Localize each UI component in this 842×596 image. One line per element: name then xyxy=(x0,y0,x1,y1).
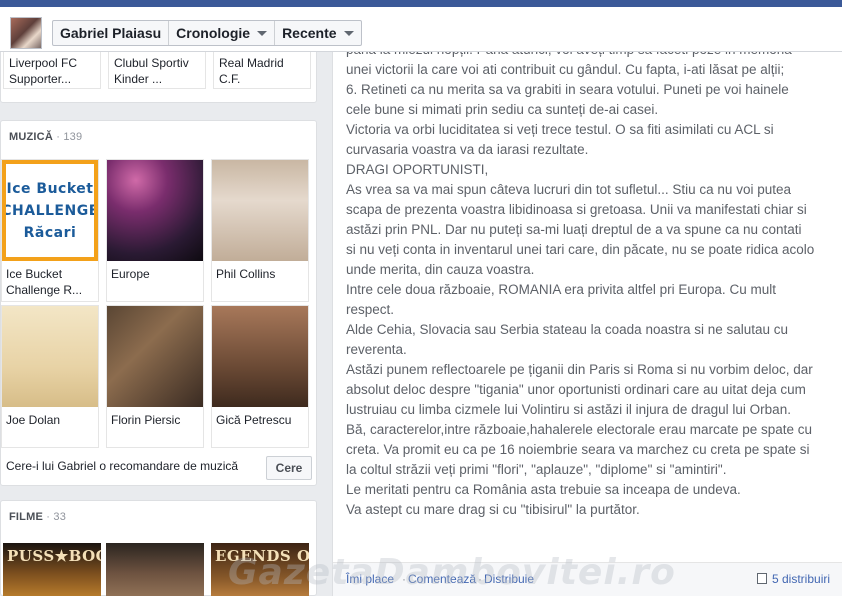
gica-petrescu-photo xyxy=(212,306,308,407)
post-line: 6. Retineti ca nu merita sa va grabiti i… xyxy=(346,82,789,97)
left-column: Liverpool FC Supporter... Clubul Sportiv… xyxy=(0,0,318,596)
music-tile-europe[interactable]: Europe xyxy=(106,159,204,302)
films-card: FILME · 33 PUSS★BOOTS EGENDS OF THE FA xyxy=(0,500,317,596)
music-tile-label: Gică Petrescu xyxy=(216,413,292,427)
film-poster-caption: EGENDS OF THE FA xyxy=(215,547,309,565)
profile-name: Gabriel Plaiasu xyxy=(60,25,162,41)
music-title: MUZICĂ xyxy=(9,131,53,143)
chevron-down-icon xyxy=(257,30,268,36)
ice-bucket-image: Ice Bucket CHALLENGE Răcari xyxy=(2,160,98,261)
music-tile-label: Europe xyxy=(111,267,150,281)
post-line: si nu veți conta in inventarul unei tari… xyxy=(346,242,815,257)
team-tile-real-madrid[interactable]: Real Madrid C.F. xyxy=(213,47,311,89)
post-line: Astăzi punem reflectoarele pe țiganii di… xyxy=(346,362,813,377)
film-poster-caption: PUSS★BOOTS xyxy=(7,547,101,565)
film-poster-puss-in-boots[interactable]: PUSS★BOOTS xyxy=(3,543,101,596)
post-line: Bă, caracterelor,intre războaie,hahalere… xyxy=(346,422,813,437)
facebook-blue-bar xyxy=(0,0,842,7)
music-tile-gica-petrescu[interactable]: Gică Petrescu xyxy=(211,305,309,448)
florin-piersic-photo xyxy=(107,306,203,407)
music-tile-label: Joe Dolan xyxy=(6,413,61,427)
post-line: curvasaria voastra va da iarasi rezultat… xyxy=(346,142,589,157)
team-name-line: Liverpool FC xyxy=(9,56,78,70)
post-line: la coltul străzii veți primi "flori", "a… xyxy=(346,462,727,477)
recent-label: Recente xyxy=(282,25,337,41)
post-line: absolut deloc despre "tigania" unor opor… xyxy=(346,382,806,397)
image-text: CHALLENGE xyxy=(2,202,98,219)
post-actions-bar: Îmi place · Comentează · Distribuie 5 di… xyxy=(333,562,842,596)
facebook-profile-page: Liverpool FC Supporter... Clubul Sportiv… xyxy=(0,0,842,596)
music-tile-joe-dolan[interactable]: Joe Dolan xyxy=(1,305,99,448)
timeline-sticky-header: Gabriel Plaiasu Cronologie Recente xyxy=(0,0,842,52)
post-line: DRAGI OPORTUNISTI, xyxy=(346,162,489,177)
post-line: cele bune si mimati prin sediu ca sunteț… xyxy=(346,102,659,117)
separator-dot: · xyxy=(478,572,482,586)
recent-dropdown[interactable]: Recente xyxy=(275,21,360,45)
separator-dot: · xyxy=(402,572,406,586)
share-count-icon xyxy=(757,573,767,584)
film-poster-legends-of-the-fall[interactable]: EGENDS OF THE FA xyxy=(211,543,309,596)
films-title: FILME xyxy=(9,511,43,523)
chevron-down-icon xyxy=(343,30,354,36)
post-line: lustruiau cu limba cizmele lui Volintiru… xyxy=(346,402,791,417)
music-tile-ice-bucket[interactable]: Ice Bucket CHALLENGE Răcari Ice Bucket C… xyxy=(1,159,99,302)
post-card: pana la miezul nopții. Pana atunci, voi … xyxy=(332,40,842,596)
music-count: · 139 xyxy=(56,131,83,143)
timeline-label: Cronologie xyxy=(176,25,251,41)
post-line: scapa de prezenta voastra libidinoasa si… xyxy=(346,202,807,217)
phil-collins-photo xyxy=(212,160,308,261)
profile-name-button[interactable]: Gabriel Plaiasu xyxy=(53,21,170,45)
timeline-dropdown[interactable]: Cronologie xyxy=(169,21,276,45)
post-body: pana la miezul nopții. Pana atunci, voi … xyxy=(346,40,838,520)
post-line: respect. xyxy=(346,302,395,317)
post-line: Le meritati pentru ca România asta trebu… xyxy=(346,482,741,497)
music-tile-label: Ice Bucket Challenge R... xyxy=(6,267,83,297)
shares-count-link[interactable]: 5 distribuiri xyxy=(757,572,830,586)
music-recommendation-text: Cere-i lui Gabriel o recomandare de muzi… xyxy=(6,459,239,473)
post-line: reverenta. xyxy=(346,342,407,357)
post-line: Alde Cehia, Slovacia sau Serbia stateau … xyxy=(346,322,789,337)
post-line: As vrea sa va mai spun câteva lucruri di… xyxy=(346,182,791,197)
music-section-title[interactable]: MUZICĂ · 139 xyxy=(9,131,82,143)
post-line: Va astept cu mare drag si cu "tibisirul"… xyxy=(346,502,640,517)
music-tile-phil-collins[interactable]: Phil Collins xyxy=(211,159,309,302)
avatar[interactable] xyxy=(10,17,42,49)
music-tile-florin-piersic[interactable]: Florin Piersic xyxy=(106,305,204,448)
image-text: Răcari xyxy=(23,224,77,241)
comment-link[interactable]: Comentează xyxy=(408,572,476,586)
post-line: astăzi prin PNL. Dar nu puteți sa-mi lua… xyxy=(346,222,802,237)
music-tile-label: Florin Piersic xyxy=(111,413,181,427)
films-count: · 33 xyxy=(46,511,67,523)
team-name-line: Supporter... xyxy=(9,72,72,86)
like-link[interactable]: Îmi place xyxy=(346,572,394,586)
teams-row: Liverpool FC Supporter... Clubul Sportiv… xyxy=(1,47,318,89)
ask-recommendation-button[interactable]: Cere xyxy=(266,456,312,480)
europe-photo xyxy=(107,160,203,261)
shares-count-text: 5 distribuiri xyxy=(772,572,831,586)
team-tile-liverpool[interactable]: Liverpool FC Supporter... xyxy=(3,47,101,89)
post-line: unde merita, din cauza voastra. xyxy=(346,262,535,277)
team-tile-kinder[interactable]: Clubul Sportiv Kinder ... xyxy=(108,47,206,89)
films-section-title[interactable]: FILME · 33 xyxy=(9,511,66,523)
film-poster-portrait[interactable] xyxy=(106,543,204,596)
post-line: unei victorii la care voi ati contribuit… xyxy=(346,62,785,77)
joe-dolan-photo xyxy=(2,306,98,407)
team-name-line: Kinder ... xyxy=(114,72,163,86)
share-link[interactable]: Distribuie xyxy=(484,572,534,586)
team-name-line: Real Madrid xyxy=(219,56,284,70)
music-card: MUZICĂ · 139 Ice Bucket CHALLENGE Răcari… xyxy=(0,120,317,486)
team-name-line: Clubul Sportiv xyxy=(114,56,189,70)
team-name-line: C.F. xyxy=(219,72,241,86)
post-line: creta. Va promit eu ca pe 16 noiembrie s… xyxy=(346,442,810,457)
image-text: Ice Bucket xyxy=(6,180,94,197)
post-line: Intre cele doua războaie, ROMANIA era pr… xyxy=(346,282,776,297)
timeline-nav-buttons: Gabriel Plaiasu Cronologie Recente xyxy=(52,20,362,46)
post-line: Victoria va orbi luciditatea si veți tre… xyxy=(346,122,774,137)
music-tile-label: Phil Collins xyxy=(216,267,276,281)
